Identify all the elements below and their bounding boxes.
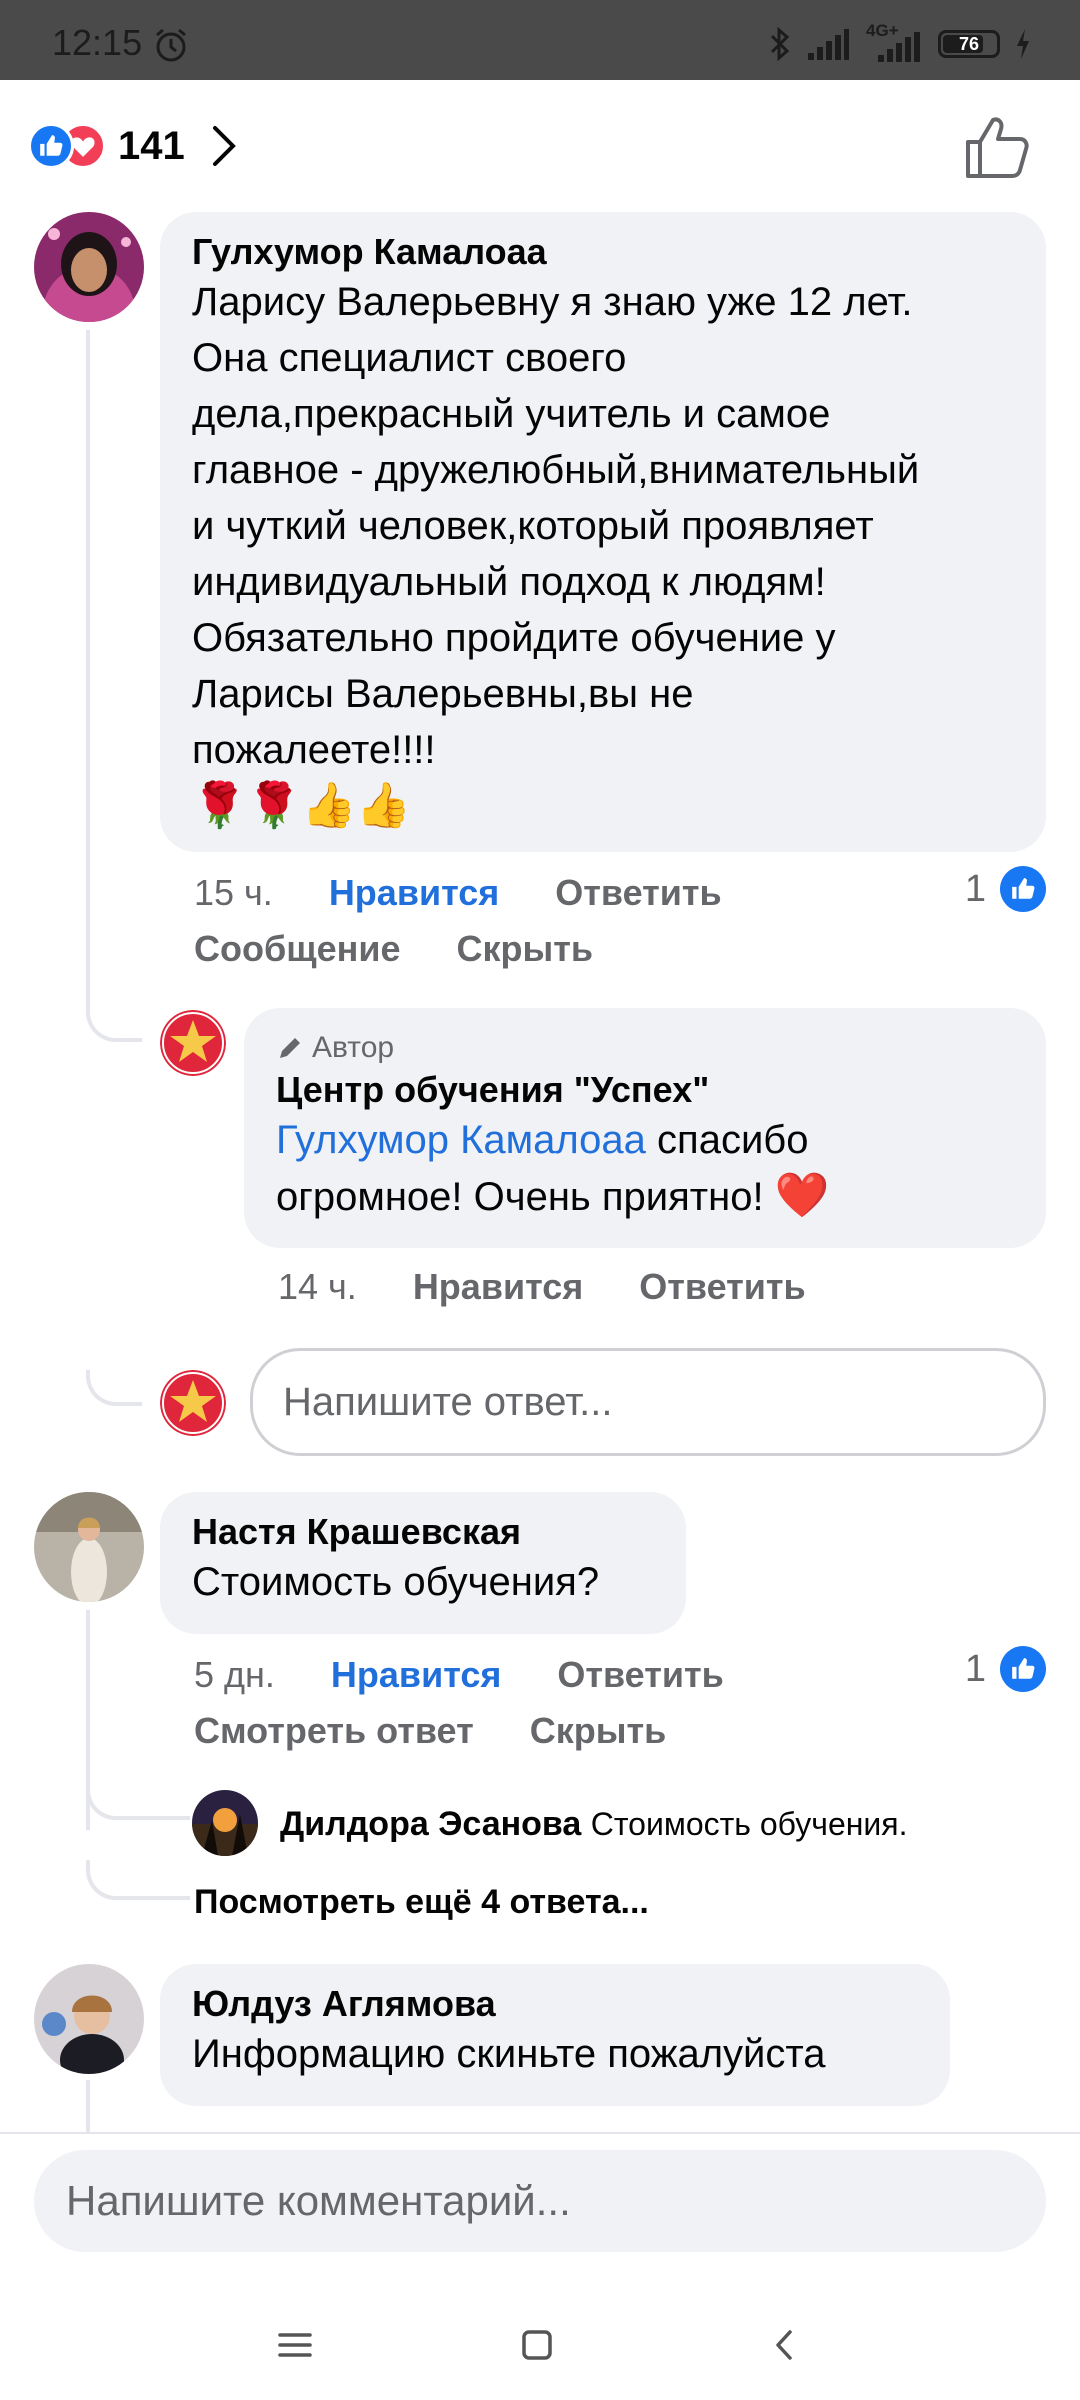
signal-icon — [808, 29, 849, 60]
comment-emoji: 🌹🌹👍👍 — [192, 781, 412, 830]
reply-text: спасибо — [645, 1118, 809, 1162]
pencil-icon — [280, 1038, 300, 1058]
preview-reply-text: Стоимость обучения. — [590, 1806, 908, 1842]
like-reaction-icon — [28, 123, 74, 169]
status-bar: 12:15 4G+ 76 — [0, 0, 1080, 80]
page-avatar — [160, 1370, 226, 1436]
more-replies-link[interactable]: Посмотреть ещё 4 ответа... — [194, 1880, 649, 1924]
reply-input[interactable]: Напишите ответ... — [250, 1348, 1046, 1456]
reply-time[interactable]: 14 ч. — [278, 1266, 357, 1308]
comment-text: Информацию скиньте пожалуйста — [192, 2032, 826, 2076]
like-badge-icon — [1000, 1646, 1046, 1692]
comment-input[interactable]: Напишите комментарий... — [34, 2150, 1046, 2252]
comment-reaction-number: 1 — [964, 867, 986, 910]
comment-actions-secondary: Смотреть ответ Скрыть — [194, 1710, 666, 1752]
comment-actions: 5 дн. Нравится Ответить — [194, 1654, 724, 1696]
thread-line — [86, 330, 90, 1010]
comment-time[interactable]: 15 ч. — [194, 872, 273, 914]
comment-line: Обязательно пройдите обучение у — [192, 616, 836, 660]
reply-button[interactable]: Ответить — [555, 872, 721, 914]
thread-connector — [86, 1860, 190, 1900]
battery-value: 76 — [958, 34, 980, 54]
thread-line — [86, 2080, 90, 2132]
page-avatar[interactable] — [160, 1010, 226, 1076]
avatar[interactable] — [34, 212, 144, 322]
status-time: 12:15 — [52, 22, 143, 63]
reactions-summary[interactable]: 141 — [28, 115, 237, 177]
view-reply-button[interactable]: Смотреть ответ — [194, 1710, 474, 1752]
hide-button[interactable]: Скрыть — [530, 1710, 667, 1752]
comment-reaction-number: 1 — [964, 1647, 986, 1690]
reply-text-2: огромное! Очень приятно! — [276, 1175, 764, 1219]
like-badge-icon — [1000, 866, 1046, 912]
comment-author[interactable]: Настя Крашевская — [192, 1510, 656, 1554]
reply-bubble[interactable]: Автор Центр обучения "Успех" Гулхумор Ка… — [244, 1008, 1046, 1248]
comment-reaction-count[interactable]: 1 — [965, 866, 1046, 912]
reply-line: огромное! Очень приятно! ❤️ — [276, 1168, 1016, 1225]
system-nav-bar — [0, 2290, 1080, 2400]
comment-line: Ларисы Валерьевны,вы не — [192, 672, 694, 716]
back-icon[interactable] — [760, 2320, 810, 2370]
heart-emoji: ❤️ — [774, 1171, 830, 1220]
bluetooth-icon — [770, 26, 790, 62]
thread-connector — [86, 1370, 142, 1406]
author-badge: Автор — [276, 1028, 1016, 1068]
comment-actions-secondary: Сообщение Скрыть — [194, 928, 593, 970]
chevron-right-icon[interactable] — [211, 124, 237, 168]
comment-time[interactable]: 5 дн. — [194, 1654, 275, 1696]
reply-input-placeholder: Напишите ответ... — [283, 1379, 613, 1424]
like-button-icon[interactable] — [962, 112, 1032, 182]
comment-input-placeholder: Напишите комментарий... — [66, 2177, 571, 2224]
battery-icon: 76 — [938, 30, 1000, 58]
reply-line: Гулхумор Камалоаа спасибо — [276, 1112, 1016, 1168]
avatar[interactable] — [34, 1492, 144, 1602]
comment-bubble[interactable]: Гулхумор Камалоаа Ларису Валерьевну я зн… — [160, 212, 1046, 852]
like-comment-button[interactable]: Нравится — [331, 1654, 501, 1696]
alarm-icon — [156, 28, 186, 62]
reply-button[interactable]: Ответить — [557, 1654, 723, 1696]
message-button[interactable]: Сообщение — [194, 928, 401, 970]
avatar[interactable] — [192, 1790, 258, 1856]
menu-icon[interactable] — [270, 2320, 320, 2370]
comment-bubble[interactable]: Юлдуз Аглямова Информацию скиньте пожалу… — [160, 1964, 950, 2106]
thread-connector — [86, 1780, 190, 1820]
reply-actions: 14 ч. Нравится Ответить — [278, 1266, 806, 1308]
comment-line: Она специалист своего — [192, 336, 627, 380]
comment-actions: 15 ч. Нравится Ответить — [194, 872, 722, 914]
comment-author[interactable]: Юлдуз Аглямова — [192, 1982, 920, 2026]
comment-line: дела,прекрасный учитель и самое — [192, 392, 831, 436]
comment-line: Ларису Валерьевну я знаю уже 12 лет. — [192, 280, 913, 324]
comment-line: главное - дружелюбный,внимательный — [192, 448, 920, 492]
comment-author[interactable]: Гулхумор Камалоаа — [192, 230, 1016, 274]
comment-reaction-count[interactable]: 1 — [965, 1646, 1046, 1692]
comment-bubble[interactable]: Настя Крашевская Стоимость обучения? — [160, 1492, 686, 1634]
comment-text: Стоимость обучения? — [192, 1560, 600, 1604]
author-badge-label: Автор — [312, 1031, 395, 1064]
home-icon[interactable] — [512, 2320, 562, 2370]
reply-reply-button[interactable]: Ответить — [639, 1266, 805, 1308]
preview-reply[interactable]: Дилдора Эсанова Стоимость обучения. — [280, 1802, 908, 1846]
comment-line: пожалеете!!!! — [192, 728, 436, 772]
comment-line: и чуткий человек,который проявляет — [192, 504, 874, 548]
thread-connector — [86, 1000, 142, 1042]
mention-link[interactable]: Гулхумор Камалоаа — [276, 1118, 646, 1162]
charging-icon — [1017, 29, 1029, 59]
like-reply-button[interactable]: Нравится — [413, 1266, 583, 1308]
avatar[interactable] — [34, 1964, 144, 2074]
like-comment-button[interactable]: Нравится — [329, 872, 499, 914]
comment-line: индивидуальный подход к людям! — [192, 560, 826, 604]
signal-4g-icon: 4G+ — [864, 21, 924, 63]
reply-author[interactable]: Центр обучения "Успех" — [276, 1068, 1016, 1112]
reaction-count: 141 — [118, 123, 185, 168]
preview-reply-author[interactable]: Дилдора Эсанова — [280, 1805, 581, 1843]
hide-button[interactable]: Скрыть — [457, 928, 594, 970]
